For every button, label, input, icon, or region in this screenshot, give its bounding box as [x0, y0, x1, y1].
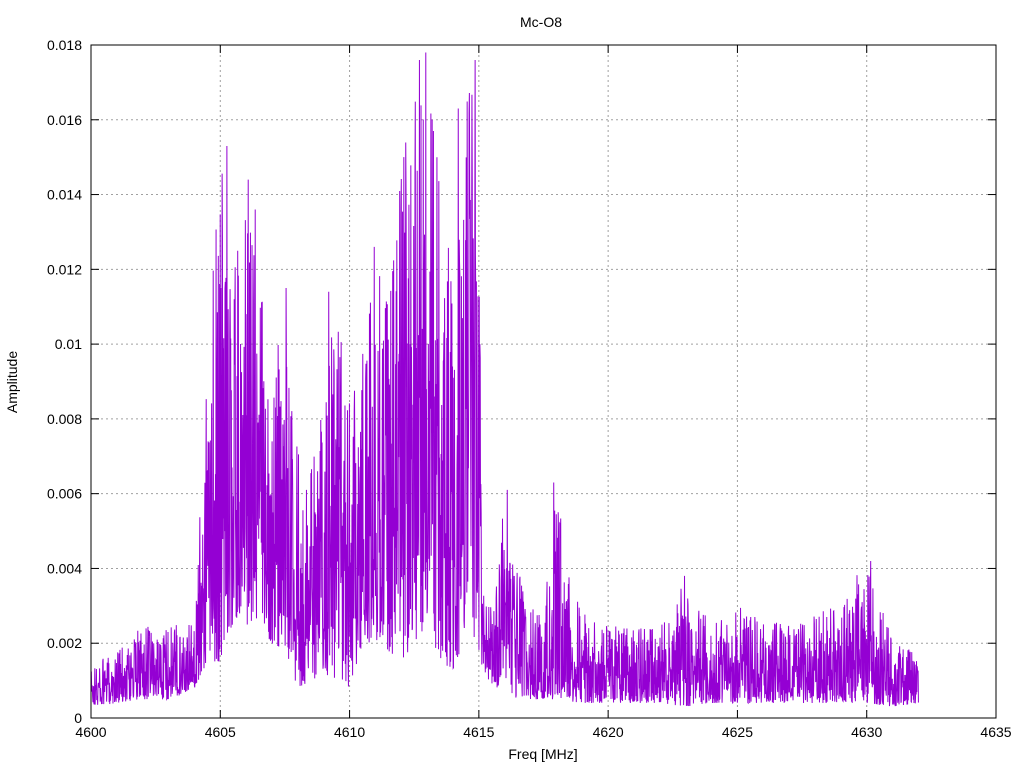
- y-tick-label: 0.012: [47, 261, 82, 277]
- y-tick-label: 0.006: [47, 486, 82, 502]
- x-tick-label: 4615: [463, 724, 494, 740]
- y-tick-label: 0.002: [47, 635, 82, 651]
- x-tick-label: 4635: [980, 724, 1011, 740]
- series-layer: [90, 52, 919, 707]
- x-axis-label: Freq [MHz]: [508, 746, 577, 762]
- y-tick-label: 0: [74, 710, 82, 726]
- y-tick-label: 0.014: [47, 187, 82, 203]
- y-tick-label: 0.004: [47, 560, 82, 576]
- x-tick-label: 4600: [75, 724, 106, 740]
- series-line: [90, 52, 919, 707]
- y-tick-label: 0.008: [47, 411, 82, 427]
- x-tick-label: 4630: [851, 724, 882, 740]
- y-tick-label: 0.018: [47, 37, 82, 53]
- x-tick-label: 4625: [722, 724, 753, 740]
- chart-title: Mc-O8: [520, 14, 562, 30]
- x-tick-label: 4620: [593, 724, 624, 740]
- y-axis-label: Amplitude: [4, 351, 20, 413]
- x-tick-label: 4610: [334, 724, 365, 740]
- x-tick-label: 4605: [205, 724, 236, 740]
- chart: Mc-O8 4600 4605 4610 4615 4620 4625 4630 4635 0 0…: [4, 14, 1012, 762]
- y-tick-label: 0.01: [55, 336, 82, 352]
- y-tick-label: 0.016: [47, 112, 82, 128]
